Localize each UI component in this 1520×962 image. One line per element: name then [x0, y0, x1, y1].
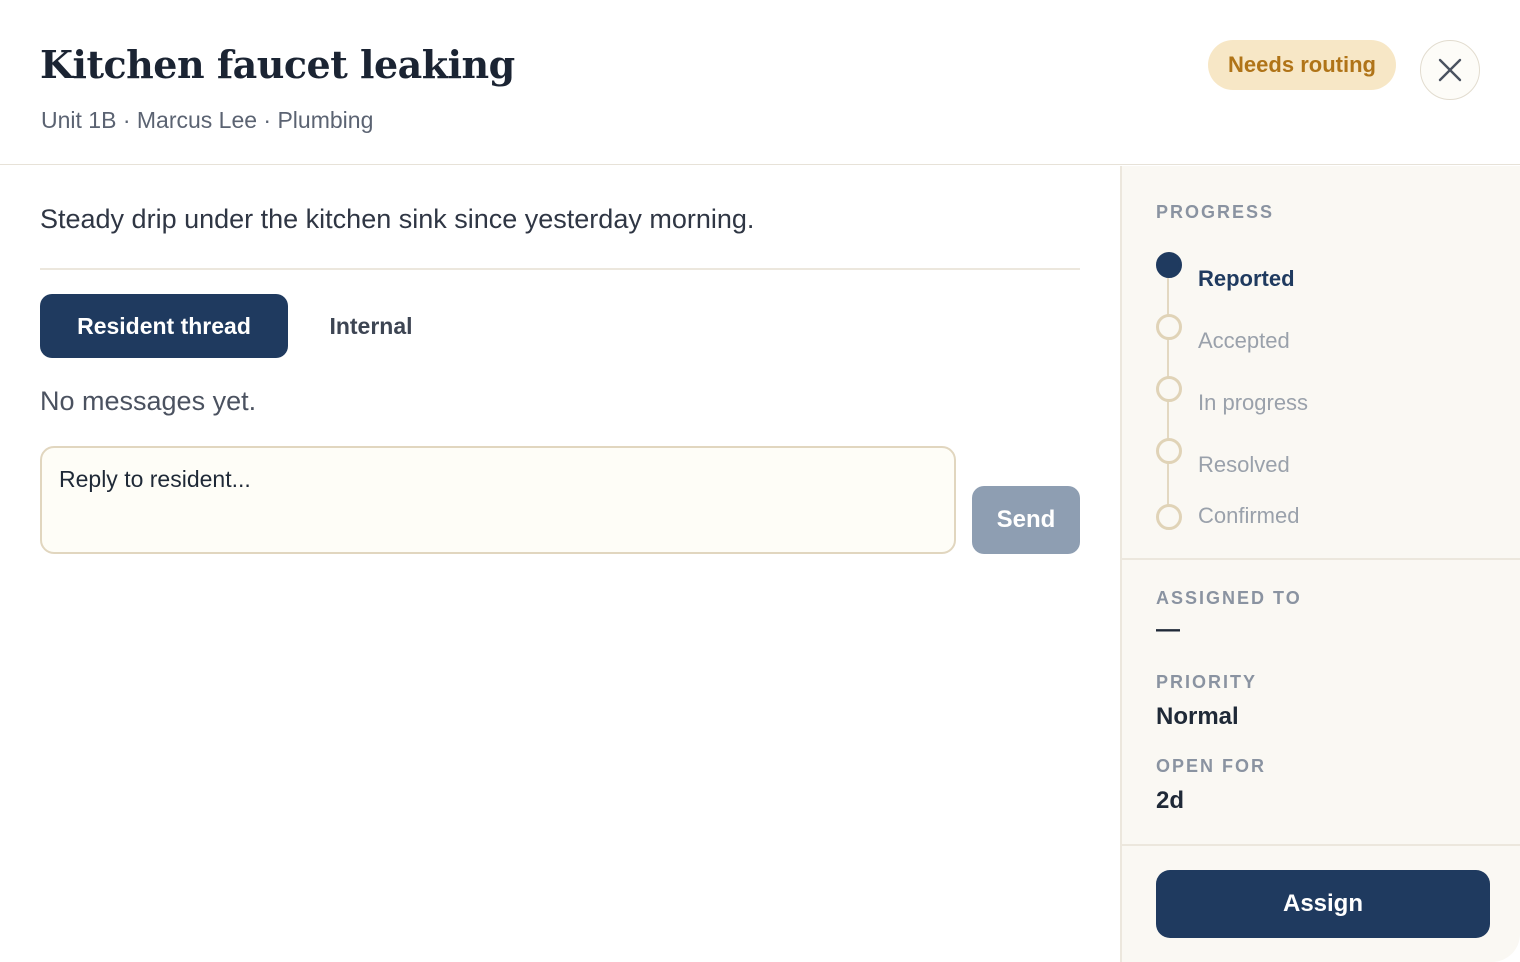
tab-resident-thread[interactable]: Resident thread	[40, 294, 288, 358]
tab-internal[interactable]: Internal	[308, 294, 434, 358]
step-label-resolved: Resolved	[1198, 452, 1290, 477]
page-title: Kitchen faucet leaking	[40, 42, 515, 87]
step-dot-reported	[1156, 252, 1182, 278]
priority-value: Normal	[1156, 703, 1239, 730]
reply-input[interactable]	[40, 446, 956, 554]
priority-label: PRIORITY	[1156, 672, 1258, 692]
sidebar-divider-bottom	[1122, 844, 1520, 846]
assign-button[interactable]: Assign	[1156, 870, 1490, 938]
close-button[interactable]	[1420, 40, 1480, 100]
main-panel: Steady drip under the kitchen sink since…	[0, 166, 1120, 962]
step-dot-accepted	[1156, 314, 1182, 340]
open-for-label: OPEN FOR	[1156, 756, 1267, 776]
assigned-to-label: ASSIGNED TO	[1156, 588, 1302, 608]
modal-header: Kitchen faucet leaking Unit 1B · Marcus …	[0, 0, 1520, 165]
sidebar: PROGRESS Reported Accepted In progress R…	[1120, 166, 1520, 962]
assigned-to-value: —	[1156, 616, 1180, 643]
step-label-reported: Reported	[1198, 266, 1295, 291]
close-icon	[1437, 57, 1463, 83]
step-dot-in-progress	[1156, 376, 1182, 402]
step-dot-confirmed	[1156, 504, 1182, 530]
sidebar-divider	[1122, 558, 1520, 560]
request-detail-modal: Kitchen faucet leaking Unit 1B · Marcus …	[0, 0, 1520, 962]
step-label-in-progress: In progress	[1198, 390, 1309, 415]
step-label-confirmed: Confirmed	[1198, 503, 1300, 528]
request-description: Steady drip under the kitchen sink since…	[40, 204, 755, 234]
step-label-accepted: Accepted	[1198, 328, 1290, 353]
progress-label: PROGRESS	[1156, 202, 1275, 222]
status-badge: Needs routing	[1208, 40, 1396, 90]
empty-messages-text: No messages yet.	[40, 386, 257, 416]
divider	[40, 268, 1080, 270]
send-button[interactable]: Send	[972, 486, 1080, 554]
request-meta: Unit 1B · Marcus Lee · Plumbing	[41, 107, 374, 133]
step-dot-resolved	[1156, 438, 1182, 464]
open-for-value: 2d	[1156, 787, 1185, 814]
